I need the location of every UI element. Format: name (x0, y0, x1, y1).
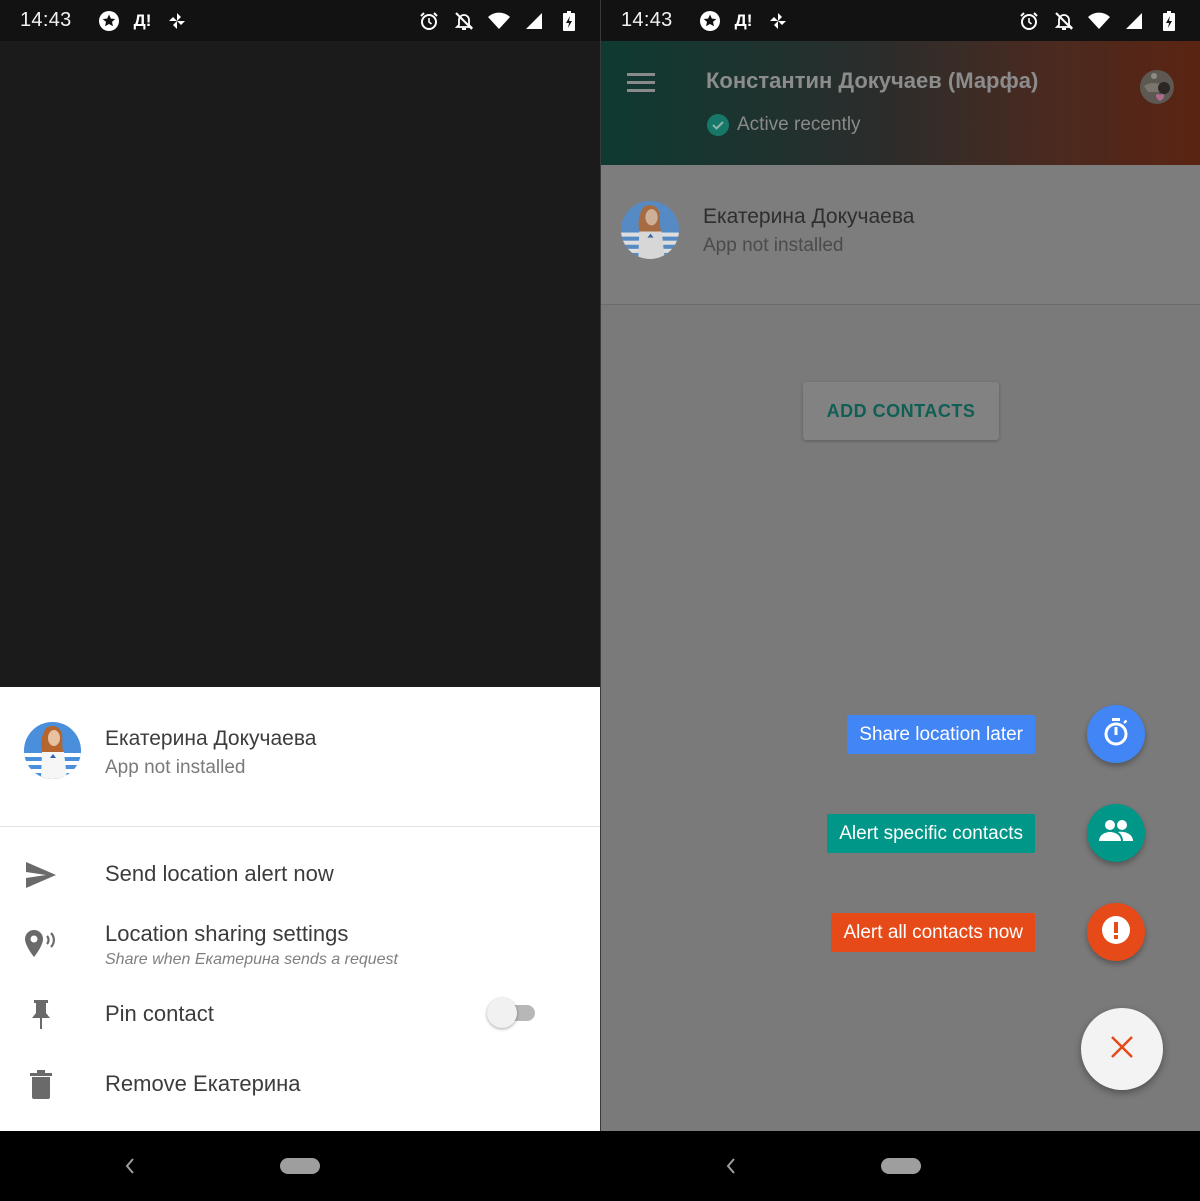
notifications-off-icon (453, 10, 475, 32)
navigation-bar (601, 1131, 1200, 1201)
status-bar: 14:43 Д! (0, 0, 600, 41)
location-sharing-icon (22, 925, 60, 963)
contact-status: App not installed (105, 757, 246, 778)
star-badge-icon (98, 10, 120, 32)
alert-specific-contacts-label[interactable]: Alert specific contacts (827, 814, 1035, 853)
account-status: Active recently (707, 114, 861, 136)
menu-icon[interactable] (627, 71, 655, 95)
status-time: 14:43 (621, 9, 673, 31)
menu-remove-contact[interactable]: Remove Екатерина (0, 1055, 600, 1115)
share-location-later-fab[interactable] (1087, 705, 1145, 763)
app-bar: Константин Докучаев (Марфа) Active recen… (601, 41, 1200, 165)
alert-all-contacts-fab[interactable] (1087, 903, 1145, 961)
pinwheel-icon (166, 10, 188, 32)
timer-icon (1100, 716, 1132, 753)
back-icon[interactable] (721, 1153, 741, 1179)
signal-icon (1123, 10, 1145, 32)
alert-all-contacts-label[interactable]: Alert all contacts now (831, 913, 1035, 952)
contact-list-item[interactable]: Екатерина Докучаева App not installed (601, 165, 1200, 305)
dimmed-scrim[interactable] (601, 165, 1200, 1131)
menu-sublabel: Share when Екатерина sends a request (105, 951, 398, 968)
pinwheel-icon (767, 10, 789, 32)
alarm-icon (418, 10, 440, 32)
alarm-icon (1018, 10, 1040, 32)
pin-contact-toggle[interactable] (487, 998, 537, 1028)
people-icon (1099, 819, 1133, 848)
menu-label: Pin contact (105, 1001, 214, 1026)
navigation-bar (0, 1131, 600, 1201)
account-status-text: Active recently (737, 114, 861, 135)
app-d-alert-icon: Д! (133, 10, 152, 30)
menu-location-sharing-settings[interactable]: Location sharing settings Share when Ека… (0, 915, 600, 979)
wifi-icon (488, 10, 510, 32)
status-time: 14:43 (20, 9, 72, 31)
battery-charging-icon (1158, 10, 1180, 32)
check-circle-icon (707, 114, 729, 136)
toggle-thumb (487, 998, 517, 1028)
contact-name: Екатерина Докучаева (105, 727, 317, 750)
left-screen: 14:43 Д! Екатерина Докучаева App not ins… (0, 0, 600, 1201)
alert-icon (1101, 915, 1131, 950)
wifi-icon (1088, 10, 1110, 32)
close-icon (1110, 1035, 1134, 1064)
menu-send-location-alert[interactable]: Send location alert now (0, 845, 600, 905)
star-badge-icon (699, 10, 721, 32)
back-icon[interactable] (120, 1153, 140, 1179)
app-d-alert-icon: Д! (734, 10, 753, 30)
contact-avatar (621, 201, 679, 259)
status-bar: 14:43 Д! (601, 0, 1200, 41)
sheet-contact-header: Екатерина Докучаева App not installed (0, 687, 600, 827)
contact-avatar (24, 722, 81, 779)
account-avatar[interactable] (1140, 70, 1174, 104)
send-icon (22, 856, 60, 894)
battery-charging-icon (558, 10, 580, 32)
home-pill-icon[interactable] (881, 1158, 921, 1174)
trash-icon (22, 1066, 60, 1104)
add-contacts-button[interactable]: ADD CONTACTS (803, 382, 999, 440)
share-location-later-label[interactable]: Share location later (847, 715, 1035, 754)
alert-specific-contacts-fab[interactable] (1087, 804, 1145, 862)
pin-icon (22, 996, 60, 1034)
dimmed-background[interactable] (0, 41, 600, 687)
account-name: Константин Докучаев (Марфа) (706, 68, 1039, 93)
contact-name: Екатерина Докучаева (703, 205, 915, 228)
menu-pin-contact[interactable]: Pin contact (0, 985, 600, 1045)
home-pill-icon[interactable] (280, 1158, 320, 1174)
menu-label: Send location alert now (105, 861, 334, 886)
menu-label: Remove Екатерина (105, 1071, 301, 1096)
signal-icon (523, 10, 545, 32)
close-speed-dial-fab[interactable] (1081, 1008, 1163, 1090)
contact-status: App not installed (703, 235, 844, 256)
right-screen: 14:43 Д! Константин Докучаев (Марфа) Act… (601, 0, 1200, 1201)
notifications-off-icon (1053, 10, 1075, 32)
contact-bottom-sheet: Екатерина Докучаева App not installed Se… (0, 687, 600, 1131)
menu-label: Location sharing settings (105, 921, 349, 946)
